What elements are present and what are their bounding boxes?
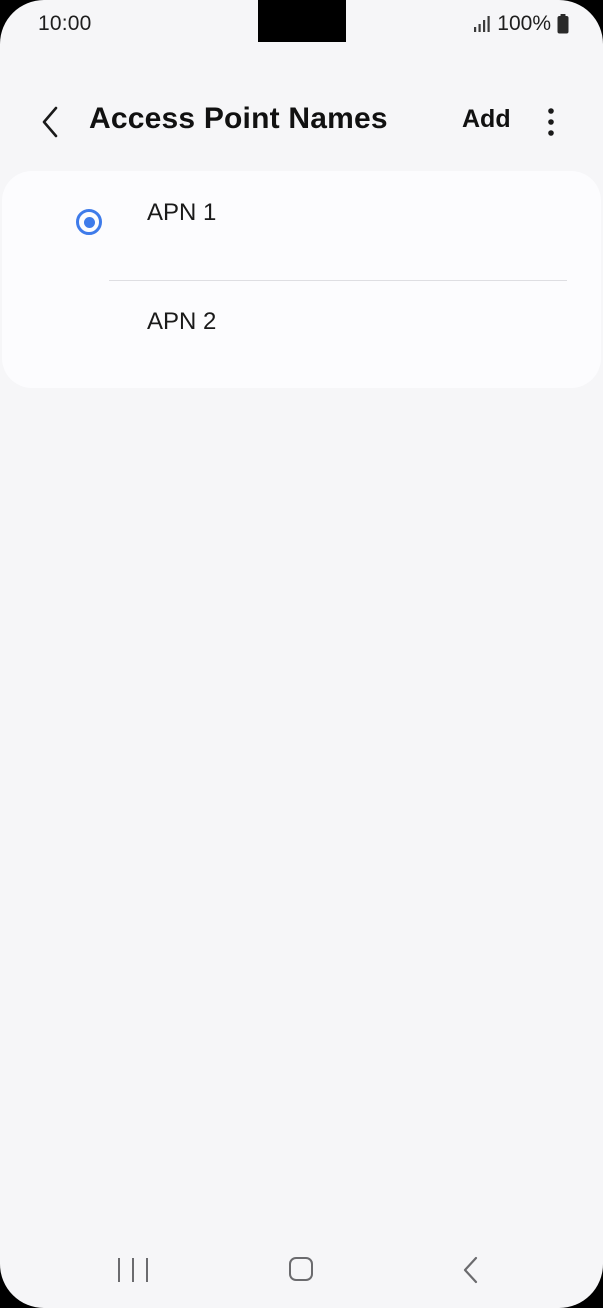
back-icon[interactable] xyxy=(459,1255,483,1285)
home-button[interactable] xyxy=(289,1257,313,1281)
apn-radio-selected[interactable] xyxy=(76,209,102,235)
status-bar: 10:00 100% xyxy=(0,0,603,48)
apn-label: APN 1 xyxy=(147,199,217,226)
navigation-bar xyxy=(0,1240,603,1300)
camera-notch xyxy=(258,0,346,42)
app-bar: Access Point Names Add xyxy=(0,88,603,154)
more-options-button[interactable] xyxy=(536,102,566,142)
status-indicators: 100% xyxy=(473,12,569,36)
more-options-icon xyxy=(548,108,554,136)
radio-dot xyxy=(84,217,95,228)
back-arrow-icon xyxy=(42,106,58,138)
recent-apps-icon-bar xyxy=(132,1258,134,1282)
recent-apps-icon-bar xyxy=(146,1258,148,1282)
recent-apps-icon xyxy=(118,1258,120,1282)
apn-list-item[interactable]: APN 2 xyxy=(2,281,601,389)
signal-icon xyxy=(474,16,490,32)
status-time: 10:00 xyxy=(38,12,92,35)
screen: 10:00 100% Access Point Names Add APN 1 … xyxy=(0,0,603,1308)
battery-icon xyxy=(557,14,569,34)
add-button[interactable]: Add xyxy=(462,105,511,134)
apn-label: APN 2 xyxy=(147,308,217,335)
apn-list-item[interactable]: APN 1 xyxy=(2,171,601,279)
back-button[interactable] xyxy=(30,102,70,142)
battery-percent: 100% xyxy=(497,12,551,35)
page-title: Access Point Names xyxy=(89,102,388,135)
recent-apps-button[interactable] xyxy=(118,1256,148,1284)
apn-list: APN 1 APN 2 xyxy=(2,171,601,388)
